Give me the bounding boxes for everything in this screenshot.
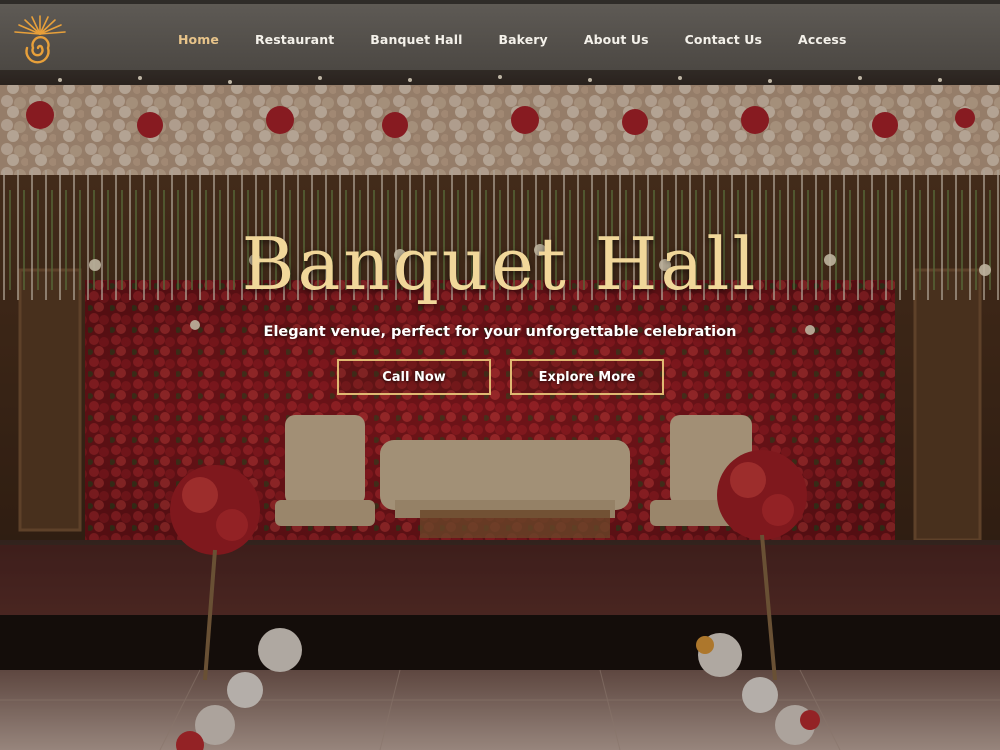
- call-now-button[interactable]: Call Now: [337, 359, 491, 395]
- hero-dark-overlay: [0, 70, 1000, 750]
- nav-item-access[interactable]: Access: [798, 32, 846, 47]
- nav-item-bakery[interactable]: Bakery: [498, 32, 547, 47]
- hero-title: Banquet Hall: [241, 222, 759, 306]
- nav-item-home[interactable]: Home: [178, 32, 219, 47]
- nav-item-about-us[interactable]: About Us: [584, 32, 649, 47]
- nav-item-restaurant[interactable]: Restaurant: [255, 32, 334, 47]
- explore-more-button[interactable]: Explore More: [510, 359, 664, 395]
- site-header: Home Restaurant Banquet Hall Bakery Abou…: [0, 0, 1000, 70]
- hero-section: [0, 70, 1000, 750]
- hero-subtitle: Elegant venue, perfect for your unforget…: [263, 324, 737, 340]
- main-navigation: Home Restaurant Banquet Hall Bakery Abou…: [160, 4, 865, 74]
- nav-item-contact-us[interactable]: Contact Us: [685, 32, 762, 47]
- sun-spiral-logo-icon[interactable]: [8, 12, 72, 68]
- nav-item-banquet-hall[interactable]: Banquet Hall: [370, 32, 462, 47]
